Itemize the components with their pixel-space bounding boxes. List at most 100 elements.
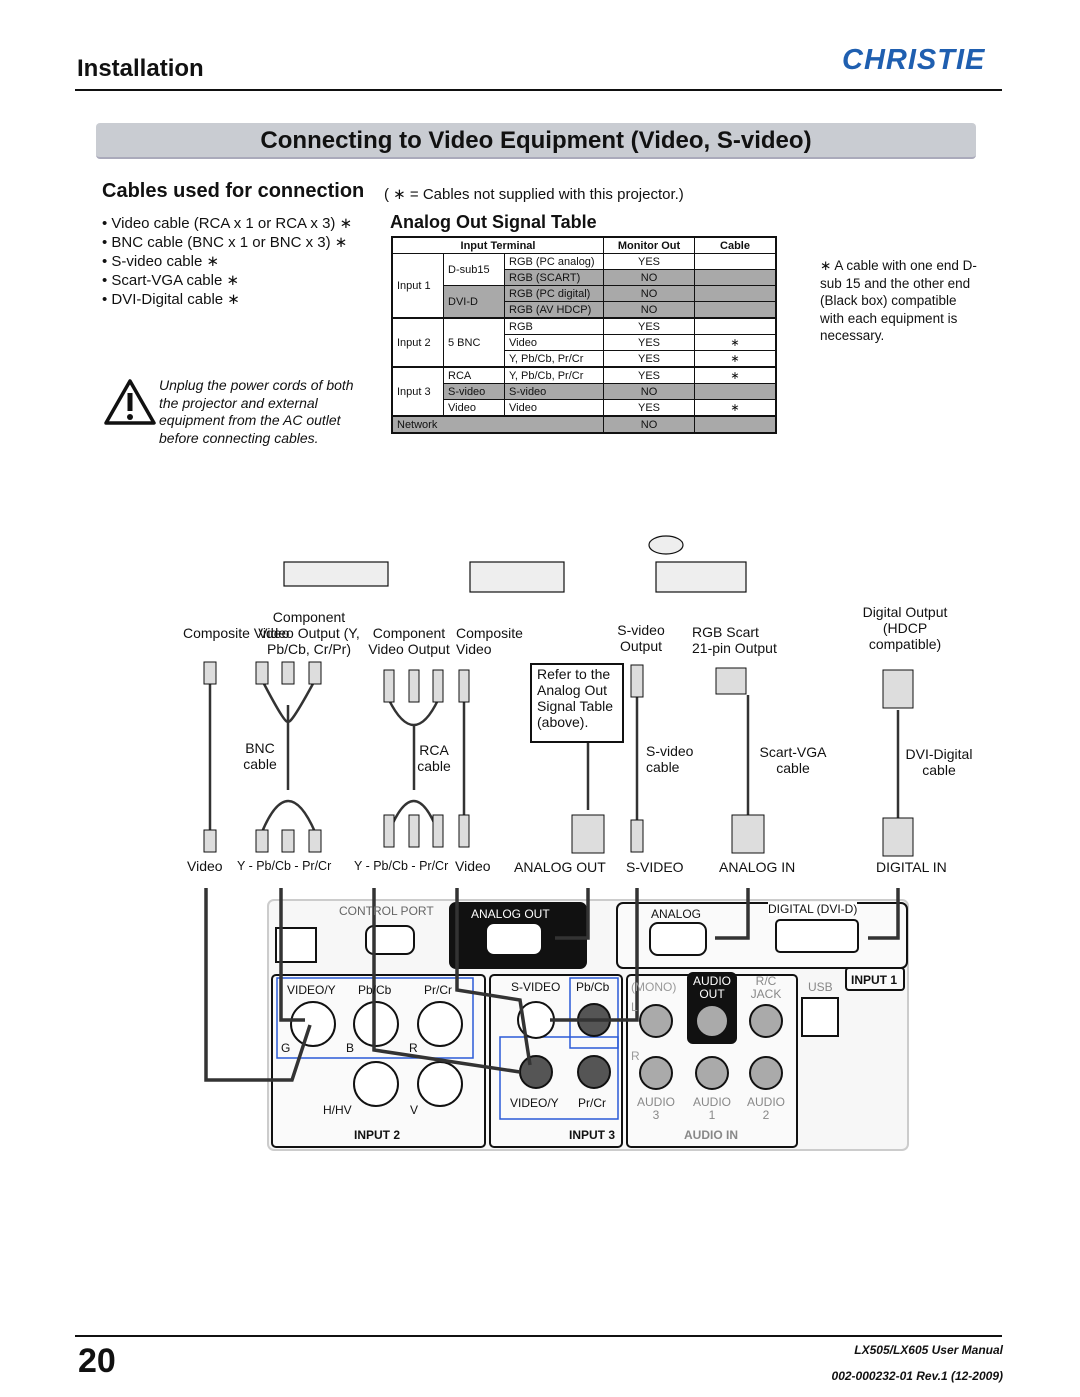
panel-video-y: VIDEO/Y (287, 983, 336, 997)
panel-digital: DIGITAL (DVI-D) (768, 902, 858, 916)
plug-analog-in: ANALOG IN (719, 859, 796, 875)
side-note: ∗ A cable with one end D-sub 15 and the … (820, 258, 977, 343)
panel-audio-in: AUDIO IN (684, 1128, 738, 1142)
cable-item: • DVI-Digital cable ∗ (102, 291, 240, 308)
monitor-cell: YES (603, 317, 695, 335)
terminal-cell: 5 BNC (443, 317, 505, 368)
vcr-device-icon (469, 561, 565, 593)
signal-cell: Video (504, 399, 604, 417)
cable-cell (694, 253, 777, 270)
label-scart-vga-cable: Scart-VGA cable (759, 744, 827, 776)
terminal-cell: DVI-D (443, 285, 505, 319)
cables-heading: Cables used for connection (102, 180, 365, 202)
signal-cell: RGB (PC digital) (504, 285, 604, 302)
panel-r: R (409, 1041, 418, 1055)
plug-ypbpr: Y - Pb/Cb - Pr/Cr (237, 859, 332, 873)
group-cell: Input 1 (391, 253, 444, 319)
terminal-cell: RCA (443, 366, 505, 384)
col-header: Monitor Out (603, 236, 695, 254)
label-composite-video-2: Composite Video (456, 625, 523, 657)
page-number: 20 (78, 1342, 116, 1380)
label-svideo-output: S-video Output (617, 622, 665, 654)
panel-g: G (281, 1041, 291, 1055)
terminal-cell: Video (443, 399, 505, 417)
col-header: Cable (694, 236, 777, 254)
panel-input3: INPUT 3 (569, 1128, 616, 1142)
cable-cell: ∗ (694, 399, 777, 417)
warning-text: Unplug the power cords of both the proje… (159, 377, 354, 446)
label-bnc-cable: BNC cable (243, 740, 277, 772)
panel-audio-out: AUDIO OUT (692, 974, 731, 1001)
group-cell: Input 3 (391, 366, 444, 417)
cable-cell (694, 383, 777, 400)
label-component-video-output: Component Video Output (Y, Pb/Cb, Cr/Pr) (258, 609, 360, 657)
col-header: Input Terminal (391, 236, 604, 254)
panel-r-audio: R (631, 1049, 640, 1063)
warning-icon (104, 379, 156, 425)
table-title: Analog Out Signal Table (390, 212, 597, 232)
monitor-cell: YES (603, 253, 695, 270)
refer-box-text: Refer to the Analog Out Signal Table (ab… (537, 666, 614, 730)
cables-note: ( ∗ = Cables not supplied with this proj… (384, 186, 684, 203)
panel-mono: (MONO) (631, 980, 677, 994)
monitor-cell: YES (603, 350, 695, 368)
cable-cell (694, 317, 777, 335)
panel-analog-out: ANALOG OUT (471, 907, 550, 921)
panel-analog: ANALOG (651, 907, 702, 921)
cable-cell (694, 285, 777, 302)
label-svideo-cable: S-video cable (646, 743, 694, 775)
plug-video-2: Video (455, 858, 491, 874)
monitor-cell: YES (603, 334, 695, 351)
panel-pb-cb-3: Pb/Cb (576, 980, 610, 994)
cable-cell: ∗ (694, 334, 777, 351)
monitor-cell: YES (603, 366, 695, 384)
analog-out-signal-table: Input Terminal Monitor Out Cable Input 1 D-… (391, 236, 777, 434)
signal-cell: RGB (504, 317, 604, 335)
plug-ypbpr-2: Y - Pb/Cb - Pr/Cr (354, 859, 449, 873)
cable-cell: ∗ (694, 366, 777, 384)
panel-l: L (631, 1000, 638, 1014)
label-rgb-scart: RGB Scart 21-pin Output (692, 624, 777, 656)
plug-analog-out: ANALOG OUT (514, 859, 606, 875)
header-rule (75, 89, 1002, 91)
doc-number: 002-000232-01 Rev.1 (12-2009) (831, 1369, 1003, 1383)
brand-logo: CHRISTIE (842, 44, 986, 76)
monitor-cell: NO (603, 383, 695, 400)
monitor-cell: NO (603, 301, 695, 319)
cable-item: • S-video cable ∗ (102, 253, 220, 270)
manual-title: LX505/LX605 User Manual (854, 1343, 1003, 1357)
panel-audio2: AUDIO 2 (746, 1095, 785, 1122)
plug-digital-in: DIGITAL IN (876, 859, 947, 875)
plug-video: Video (187, 858, 223, 874)
signal-cell: RGB (PC analog) (504, 253, 604, 270)
panel-video-y-3: VIDEO/Y (510, 1096, 559, 1110)
panel-usb: USB (808, 980, 833, 994)
label-rca-cable: RCA cable (417, 742, 451, 774)
label-dvi-cable: DVI-Digital cable (905, 746, 973, 778)
cable-cell (694, 415, 777, 434)
terminal-cell: S-video (443, 383, 505, 400)
panel-pr-cr: Pr/Cr (424, 983, 452, 997)
panel-v: V (410, 1103, 419, 1117)
section-title: Installation (77, 55, 204, 82)
monitor-cell: NO (603, 269, 695, 286)
cable-cell: ∗ (694, 350, 777, 368)
dvd-device-icon (655, 561, 747, 593)
panel-audio1: AUDIO 1 (692, 1095, 731, 1122)
panel-pb-cb: Pb/Cb (358, 983, 392, 997)
signal-cell: Y, Pb/Cb, Pr/Cr (504, 350, 604, 368)
panel-rc-jack: R/C JACK (750, 974, 782, 1001)
monitor-cell: YES (603, 399, 695, 417)
disc-icon (648, 535, 684, 555)
manual-page: { "header":{"section":"Installation","br… (0, 0, 1080, 1397)
signal-cell: S-video (504, 383, 604, 400)
panel-audio3: AUDIO 3 (636, 1095, 675, 1122)
panel-control-port: CONTROL PORT (339, 904, 434, 918)
cable-item: • BNC cable (BNC x 1 or BNC x 3) ∗ (102, 234, 348, 251)
panel-pr-cr-3: Pr/Cr (578, 1096, 606, 1110)
cable-item: • Video cable (RCA x 1 or RCA x 3) ∗ (102, 215, 353, 232)
monitor-cell: NO (603, 285, 695, 302)
signal-cell: RGB (AV HDCP) (504, 301, 604, 319)
page-title: Connecting to Video Equipment (Video, S-… (96, 123, 976, 159)
panel-input1: INPUT 1 (851, 973, 898, 987)
